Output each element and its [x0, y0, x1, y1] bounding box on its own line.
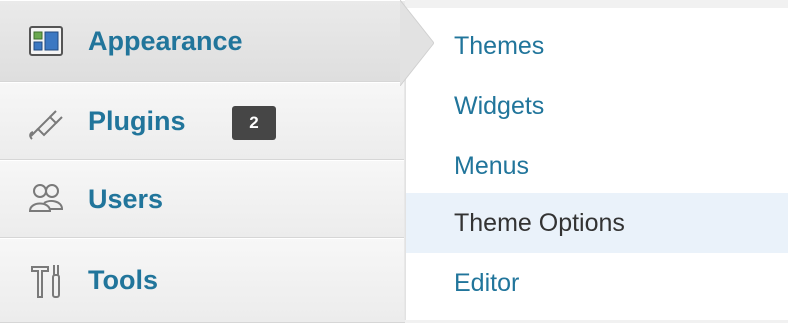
appearance-submenu: Themes Widgets Menus Theme Options Edito…: [405, 8, 788, 320]
menu-label-plugins: Plugins: [88, 105, 186, 136]
menu-item-tools[interactable]: Tools: [0, 238, 405, 323]
users-icon: [24, 177, 68, 221]
plugin-icon: [24, 99, 68, 143]
menu-item-plugins[interactable]: Plugins 2: [0, 82, 405, 160]
menu-item-appearance[interactable]: Appearance: [0, 0, 405, 82]
plugin-update-count-badge: 2: [232, 106, 276, 140]
submenu-item-editor[interactable]: Editor: [406, 253, 788, 313]
tools-icon: [24, 259, 68, 303]
submenu-item-theme-options[interactable]: Theme Options: [406, 193, 788, 253]
menu-item-users[interactable]: Users: [0, 160, 405, 238]
menu-label-users: Users: [88, 183, 164, 214]
admin-side-menu: Appearance Plugins 2 Users Tools: [0, 0, 405, 323]
current-menu-arrow: [400, 0, 434, 86]
submenu-item-widgets[interactable]: Widgets: [406, 76, 788, 136]
submenu-item-themes[interactable]: Themes: [406, 16, 788, 76]
submenu-item-menus[interactable]: Menus: [406, 136, 788, 196]
menu-label-appearance: Appearance: [88, 25, 243, 56]
menu-label-tools: Tools: [88, 265, 158, 295]
appearance-icon: [24, 19, 68, 63]
